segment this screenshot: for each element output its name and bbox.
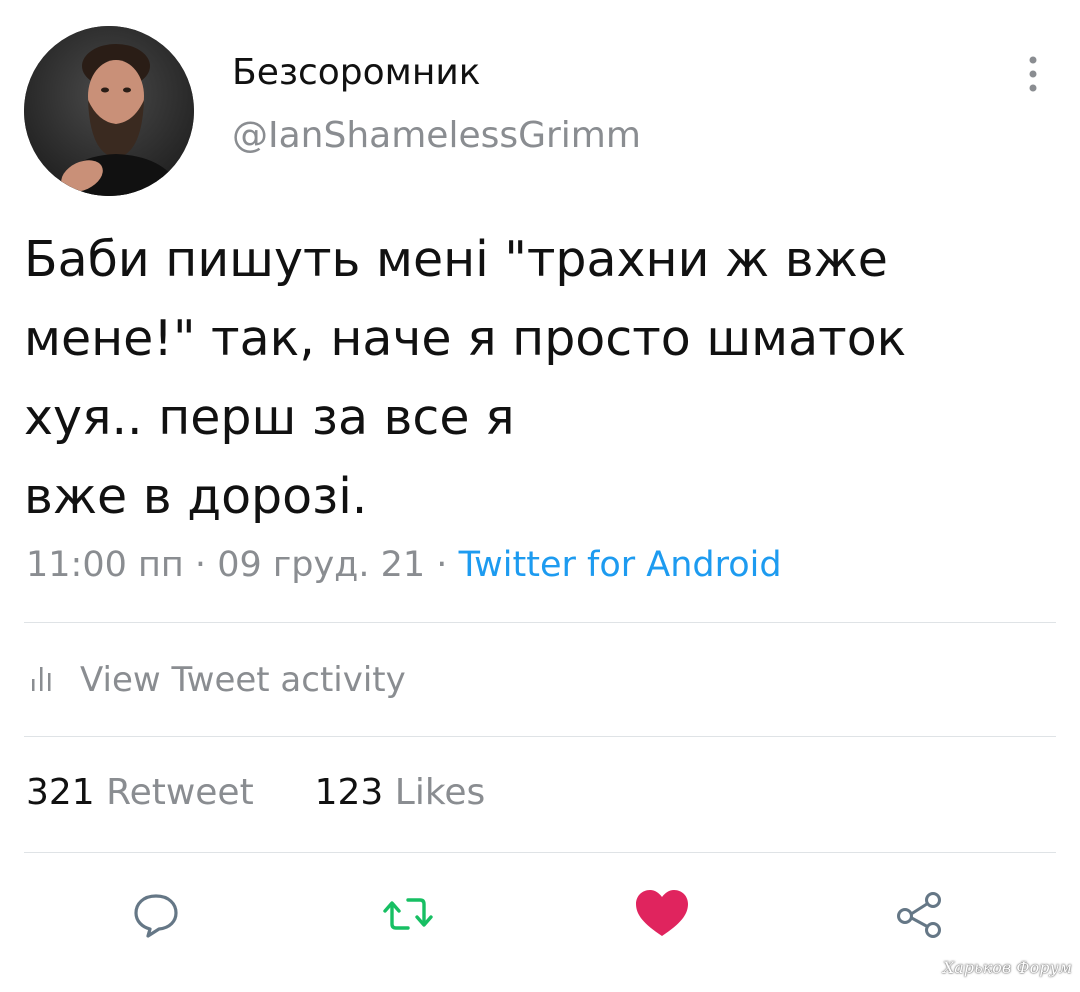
- more-vertical-icon: [1029, 56, 1037, 92]
- heart-icon: [636, 890, 688, 936]
- profile-photo-icon: [24, 26, 194, 196]
- avatar[interactable]: [24, 26, 194, 196]
- comment-icon: [134, 894, 178, 938]
- like-button[interactable]: [632, 884, 692, 944]
- share-button[interactable]: [890, 884, 950, 944]
- watermark: Харьков Форум: [942, 958, 1072, 977]
- tweet-meta: 11:00 пп · 09 груд. 21 · Twitter for And…: [26, 545, 782, 585]
- like-count: 123: [314, 772, 384, 813]
- user-handle[interactable]: @IanShamelessGrimm: [232, 115, 641, 156]
- reply-button[interactable]: [126, 884, 186, 944]
- bar-chart-icon: [32, 667, 51, 691]
- divider: [24, 622, 1056, 623]
- engagement-counts: 321 Retweet 123 Likes: [26, 772, 485, 813]
- divider: [24, 736, 1056, 737]
- tweet-text: Баби пишуть мені "трахни ж вже мене!" та…: [24, 231, 907, 525]
- meta-separator: ·: [436, 545, 448, 585]
- like-count-label[interactable]: Likes: [395, 772, 486, 813]
- tweet-source-link[interactable]: Twitter for Android: [459, 545, 782, 585]
- retweet-icon: [383, 898, 433, 930]
- divider: [24, 852, 1056, 853]
- display-name[interactable]: Безсоромник: [232, 52, 481, 93]
- meta-separator: ·: [194, 545, 207, 585]
- retweet-count: 321: [26, 772, 95, 813]
- more-options-button[interactable]: [1018, 50, 1048, 100]
- view-tweet-activity-button[interactable]: View Tweet activity: [30, 660, 406, 700]
- tweet-date: 09 груд. 21: [217, 545, 426, 585]
- share-icon: [897, 892, 941, 938]
- activity-label: View Tweet activity: [80, 660, 406, 700]
- tweet-time: 11:00 пп: [26, 545, 184, 585]
- retweet-button[interactable]: [378, 884, 438, 944]
- retweet-count-label[interactable]: Retweet: [106, 772, 254, 813]
